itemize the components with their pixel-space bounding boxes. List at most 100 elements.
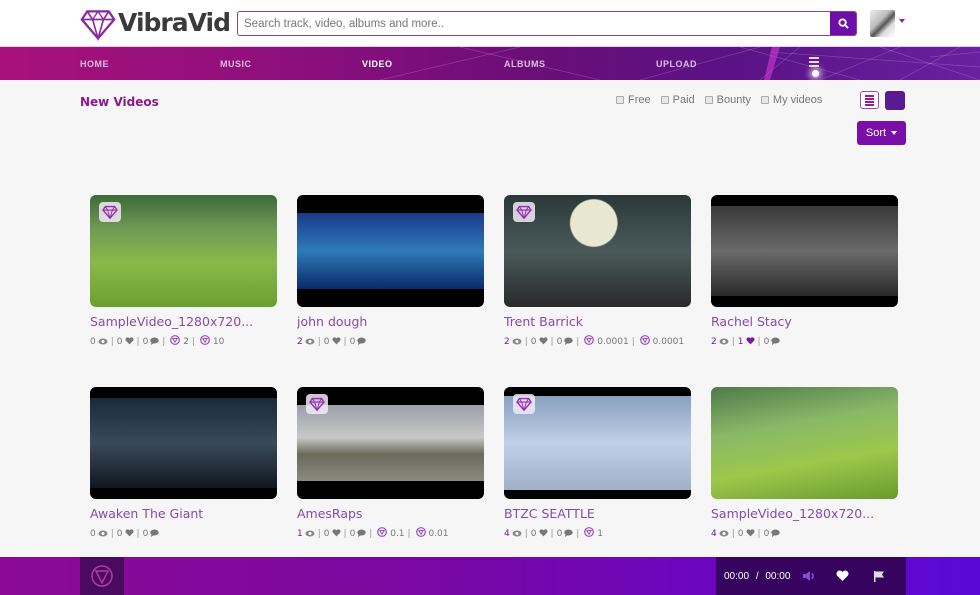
comments-icon bbox=[357, 529, 366, 537]
views-icon bbox=[512, 338, 522, 345]
search-input[interactable] bbox=[238, 12, 830, 35]
bounty-value: 0.01 bbox=[428, 529, 449, 539]
caret-down-icon bbox=[891, 131, 898, 135]
likes-count: 0 bbox=[323, 337, 330, 347]
video-card: john dough 2 | 0 | 0 bbox=[297, 195, 484, 387]
checkbox[interactable] bbox=[760, 96, 769, 104]
video-thumbnail[interactable] bbox=[90, 195, 277, 307]
price-value: 1 bbox=[597, 529, 603, 539]
video-card: Trent Barrick 2 | 0 | 0 | 0.0001 | 0.0001 bbox=[504, 195, 691, 387]
flag-icon[interactable] bbox=[873, 570, 885, 582]
user-menu-caret-icon[interactable] bbox=[899, 19, 905, 23]
views-count: 2 bbox=[711, 337, 717, 347]
video-stats: 0 | 0 | 0 bbox=[90, 526, 277, 543]
video-title[interactable]: Awaken The Giant bbox=[90, 506, 277, 521]
video-stats: 0 | 0 | 0 | 2 | 10 bbox=[90, 335, 225, 347]
heart-icon[interactable] bbox=[836, 570, 849, 582]
checkbox[interactable] bbox=[616, 96, 624, 104]
views-icon bbox=[305, 530, 315, 537]
video-thumbnail[interactable] bbox=[504, 195, 691, 307]
video-card: Rachel Stacy 2 | 1 | 0 bbox=[711, 195, 898, 387]
audio-player-bar: 00:00 / 00:00 bbox=[0, 557, 980, 595]
bounty-value: 10 bbox=[212, 337, 225, 347]
player-logo[interactable] bbox=[80, 557, 124, 595]
video-thumbnail[interactable] bbox=[297, 195, 484, 307]
video-stats: 2 | 0 | 0 bbox=[297, 334, 484, 351]
diamond-badge-icon bbox=[102, 205, 118, 219]
views-count: 0 bbox=[90, 529, 96, 539]
nav-albums[interactable]: ALBUMS bbox=[504, 59, 546, 69]
price-value: 0.0001 bbox=[597, 337, 629, 347]
nav-music[interactable]: MUSIC bbox=[220, 59, 252, 69]
video-card: SampleVideo_1280x720... 0 | 0 | 0 | 2 | 10 bbox=[90, 195, 277, 387]
sort-button[interactable]: Sort bbox=[857, 121, 906, 145]
views-count: 4 bbox=[711, 529, 717, 539]
checkbox[interactable] bbox=[704, 96, 713, 104]
comments-count: 0 bbox=[556, 337, 563, 347]
views-count: 4 bbox=[504, 529, 510, 539]
likes-icon bbox=[539, 337, 548, 345]
comments-count: 0 bbox=[556, 529, 563, 539]
comments-icon bbox=[357, 337, 366, 345]
menu-icon[interactable] bbox=[809, 57, 819, 69]
filter-free[interactable]: Free bbox=[616, 94, 651, 106]
video-thumbnail[interactable] bbox=[297, 387, 484, 499]
video-title[interactable]: Rachel Stacy bbox=[711, 314, 898, 329]
search-button[interactable] bbox=[830, 12, 856, 35]
video-thumbnail[interactable] bbox=[504, 387, 691, 499]
filter-bounty[interactable]: Bounty bbox=[704, 94, 751, 106]
views-count: 0 bbox=[90, 337, 96, 347]
likes-count: 0 bbox=[323, 529, 330, 539]
bounty-coin-icon bbox=[639, 335, 650, 345]
nav-video[interactable]: VIDEO bbox=[362, 59, 393, 69]
filter-label: My videos bbox=[772, 94, 823, 106]
nav-upload[interactable]: UPLOAD bbox=[656, 59, 697, 69]
comments-count: 0 bbox=[349, 529, 356, 539]
video-title[interactable]: BTZC SEATTLE bbox=[504, 506, 691, 521]
video-card: BTZC SEATTLE 4 | 0 | 0 | 1 bbox=[504, 387, 691, 579]
bounty-coin-icon bbox=[415, 527, 426, 537]
comments-icon bbox=[771, 337, 780, 345]
volume-icon[interactable] bbox=[802, 570, 816, 582]
likes-count: 0 bbox=[116, 529, 123, 539]
main-nav: HOME MUSIC VIDEO ALBUMS UPLOAD bbox=[0, 47, 980, 80]
filter-paid[interactable]: Paid bbox=[660, 94, 695, 106]
filter-label: Free bbox=[628, 94, 651, 106]
likes-count: 1 bbox=[737, 337, 744, 347]
comments-icon bbox=[564, 337, 573, 345]
video-card: SampleVideo_1280x720... 4 | 0 | 0 bbox=[711, 387, 898, 579]
likes-count: 0 bbox=[116, 337, 123, 347]
price-coin-icon bbox=[170, 335, 181, 345]
nav-home[interactable]: HOME bbox=[80, 59, 109, 69]
price-coin-icon bbox=[584, 527, 595, 537]
filter-my-videos[interactable]: My videos bbox=[760, 94, 823, 106]
likes-icon bbox=[746, 529, 755, 537]
time-current: 00:00 bbox=[724, 570, 750, 582]
views-icon bbox=[719, 338, 729, 345]
list-view-button[interactable] bbox=[860, 91, 879, 109]
video-title[interactable]: john dough bbox=[297, 314, 484, 329]
logo[interactable]: VibraVid bbox=[80, 4, 231, 44]
video-title[interactable]: AmesRaps bbox=[297, 506, 484, 521]
video-thumbnail[interactable] bbox=[90, 387, 277, 499]
video-thumbnail[interactable] bbox=[711, 195, 898, 307]
search-bar bbox=[237, 11, 857, 36]
views-icon bbox=[512, 530, 522, 537]
beatzcoin-logo-icon bbox=[91, 565, 113, 587]
comments-icon bbox=[150, 337, 159, 345]
user-avatar[interactable] bbox=[870, 10, 895, 37]
comments-count: 0 bbox=[763, 337, 770, 347]
video-stats: 1 | 0 | 0 | 0.1 | 0.01 bbox=[297, 527, 449, 539]
checkbox[interactable] bbox=[660, 96, 669, 104]
views-count: 2 bbox=[297, 337, 303, 347]
video-card: Awaken The Giant 0 | 0 | 0 bbox=[90, 387, 277, 579]
video-thumbnail[interactable] bbox=[711, 387, 898, 499]
search-icon bbox=[837, 18, 849, 29]
video-title[interactable]: SampleVideo_1280x720... bbox=[90, 314, 277, 329]
video-title[interactable]: SampleVideo_1280x720... bbox=[711, 506, 898, 521]
video-stats: 4 | 0 | 0 | 1 bbox=[504, 527, 603, 539]
views-icon bbox=[305, 338, 315, 345]
video-title[interactable]: Trent Barrick bbox=[504, 314, 691, 329]
grid-view-button[interactable] bbox=[885, 91, 905, 110]
price-value: 0.1 bbox=[390, 529, 405, 539]
